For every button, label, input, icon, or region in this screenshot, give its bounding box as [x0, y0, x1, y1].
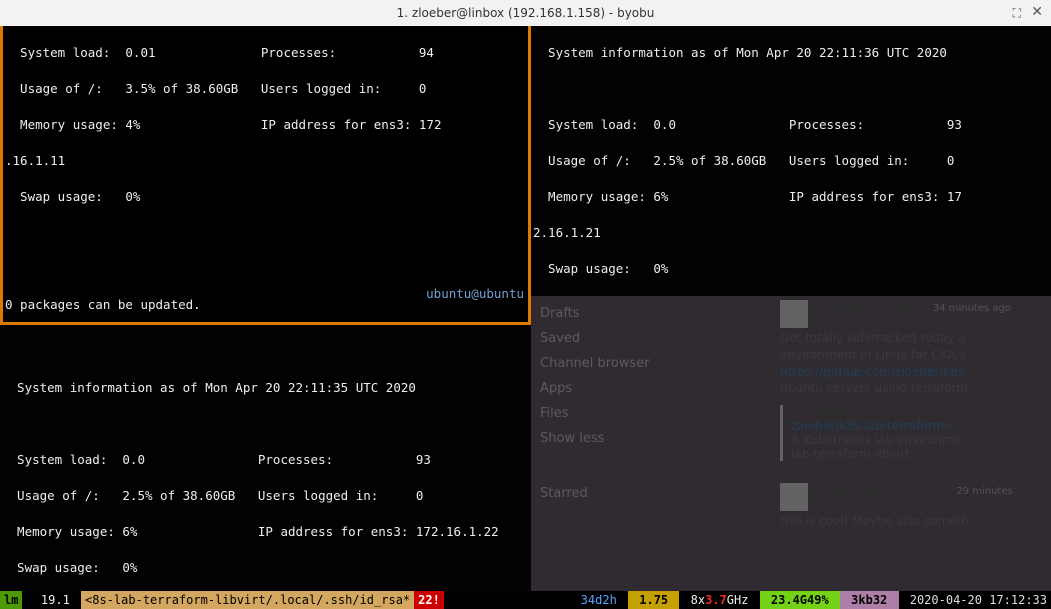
terminal-line: 2.16.1.21	[533, 224, 1049, 242]
terminal-line: Memory usage: 6% IP address for ens3: 17…	[2, 523, 529, 541]
window-titlebar: 1. zloeber@linbox (192.168.1.158) - byob…	[0, 0, 1051, 26]
pane-bottom-left[interactable]: System information as of Mon Apr 20 22:1…	[0, 325, 531, 591]
terminal-line: System information as of Mon Apr 20 22:1…	[533, 44, 1049, 62]
terminal-area[interactable]: System load: 0.01 Processes: 94 Usage of…	[0, 26, 1051, 609]
close-icon[interactable]: ✕	[1031, 4, 1043, 20]
status-alert: 22!	[414, 591, 444, 609]
pane-status-right: ubuntu@ubuntu	[426, 285, 524, 303]
status-release: 19.1	[22, 591, 81, 609]
terminal-line: Memory usage: 4% IP address for ens3: 17…	[5, 116, 526, 134]
byobu-status-bar: lm 19.1 <8s-lab-terraform-libvirt/.local…	[0, 591, 1051, 609]
pane-top-left[interactable]: System load: 0.01 Processes: 94 Usage of…	[0, 26, 531, 325]
terminal-line: .16.1.11	[5, 152, 526, 170]
window-title: 1. zloeber@linbox (192.168.1.158) - byob…	[397, 6, 655, 20]
terminal-line: Swap usage: 0%	[533, 260, 1049, 278]
terminal-line: Swap usage: 0%	[2, 559, 529, 577]
pane-top-right[interactable]: System information as of Mon Apr 20 22:1…	[531, 26, 1051, 296]
status-uptime: 34d2h	[569, 591, 628, 609]
status-distro: lm	[0, 591, 22, 609]
terminal-line: System information as of Mon Apr 20 22:1…	[2, 379, 529, 397]
terminal-line: System load: 0.0 Processes: 93	[533, 116, 1049, 134]
status-load: 1.75	[628, 591, 679, 609]
status-memory: 23.4G49%	[760, 591, 840, 609]
terminal-line: Swap usage: 0%	[5, 188, 526, 206]
terminal-line: Memory usage: 6% IP address for ens3: 17	[533, 188, 1049, 206]
status-session-path: <8s-lab-terraform-libvirt/.local/.ssh/id…	[81, 591, 414, 609]
status-datetime: 2020-04-20 17:12:33	[899, 591, 1051, 609]
terminal-line: Usage of /: 2.5% of 38.60GB Users logged…	[533, 152, 1049, 170]
terminal-line: Usage of /: 3.5% of 38.60GB Users logged…	[5, 80, 526, 98]
maximize-icon[interactable]: ⛶	[1013, 6, 1021, 21]
terminal-line: Usage of /: 2.5% of 38.60GB Users logged…	[2, 487, 529, 505]
status-cpu: 8x3.7GHz	[679, 591, 759, 609]
status-network: 3kb32	[840, 591, 899, 609]
terminal-line: System load: 0.0 Processes: 93	[2, 451, 529, 469]
terminal-line: System load: 0.01 Processes: 94	[5, 44, 526, 62]
